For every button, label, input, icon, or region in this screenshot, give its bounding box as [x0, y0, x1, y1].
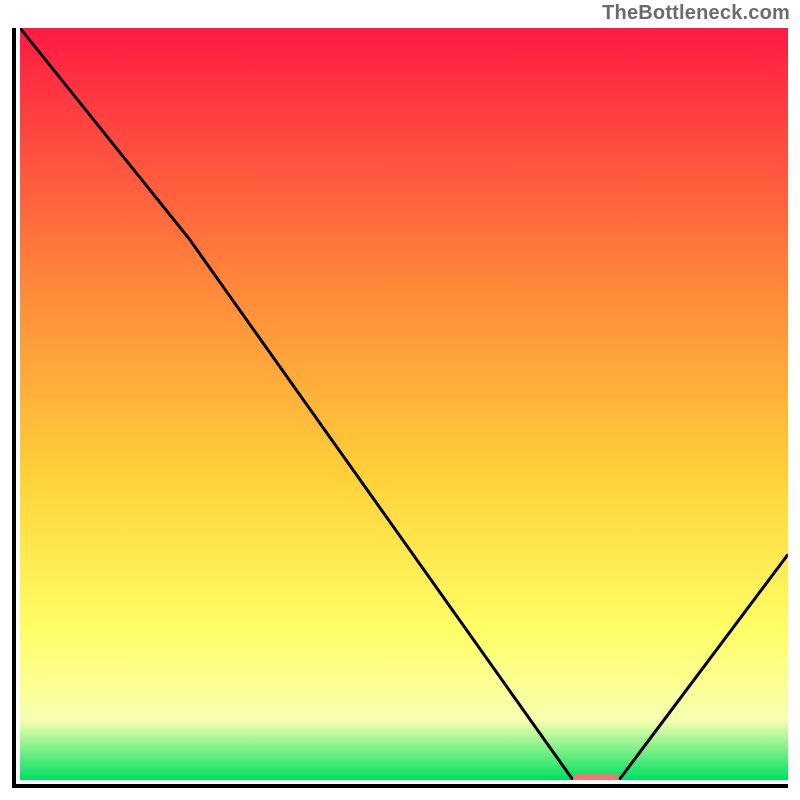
axes-frame [12, 28, 788, 788]
bottleneck-curve [20, 28, 788, 780]
chart-container: TheBottleneck.com [0, 0, 800, 800]
attribution-label: TheBottleneck.com [602, 2, 790, 25]
plot-area [20, 28, 788, 780]
curve-path [20, 28, 788, 780]
optimal-marker [573, 774, 619, 780]
